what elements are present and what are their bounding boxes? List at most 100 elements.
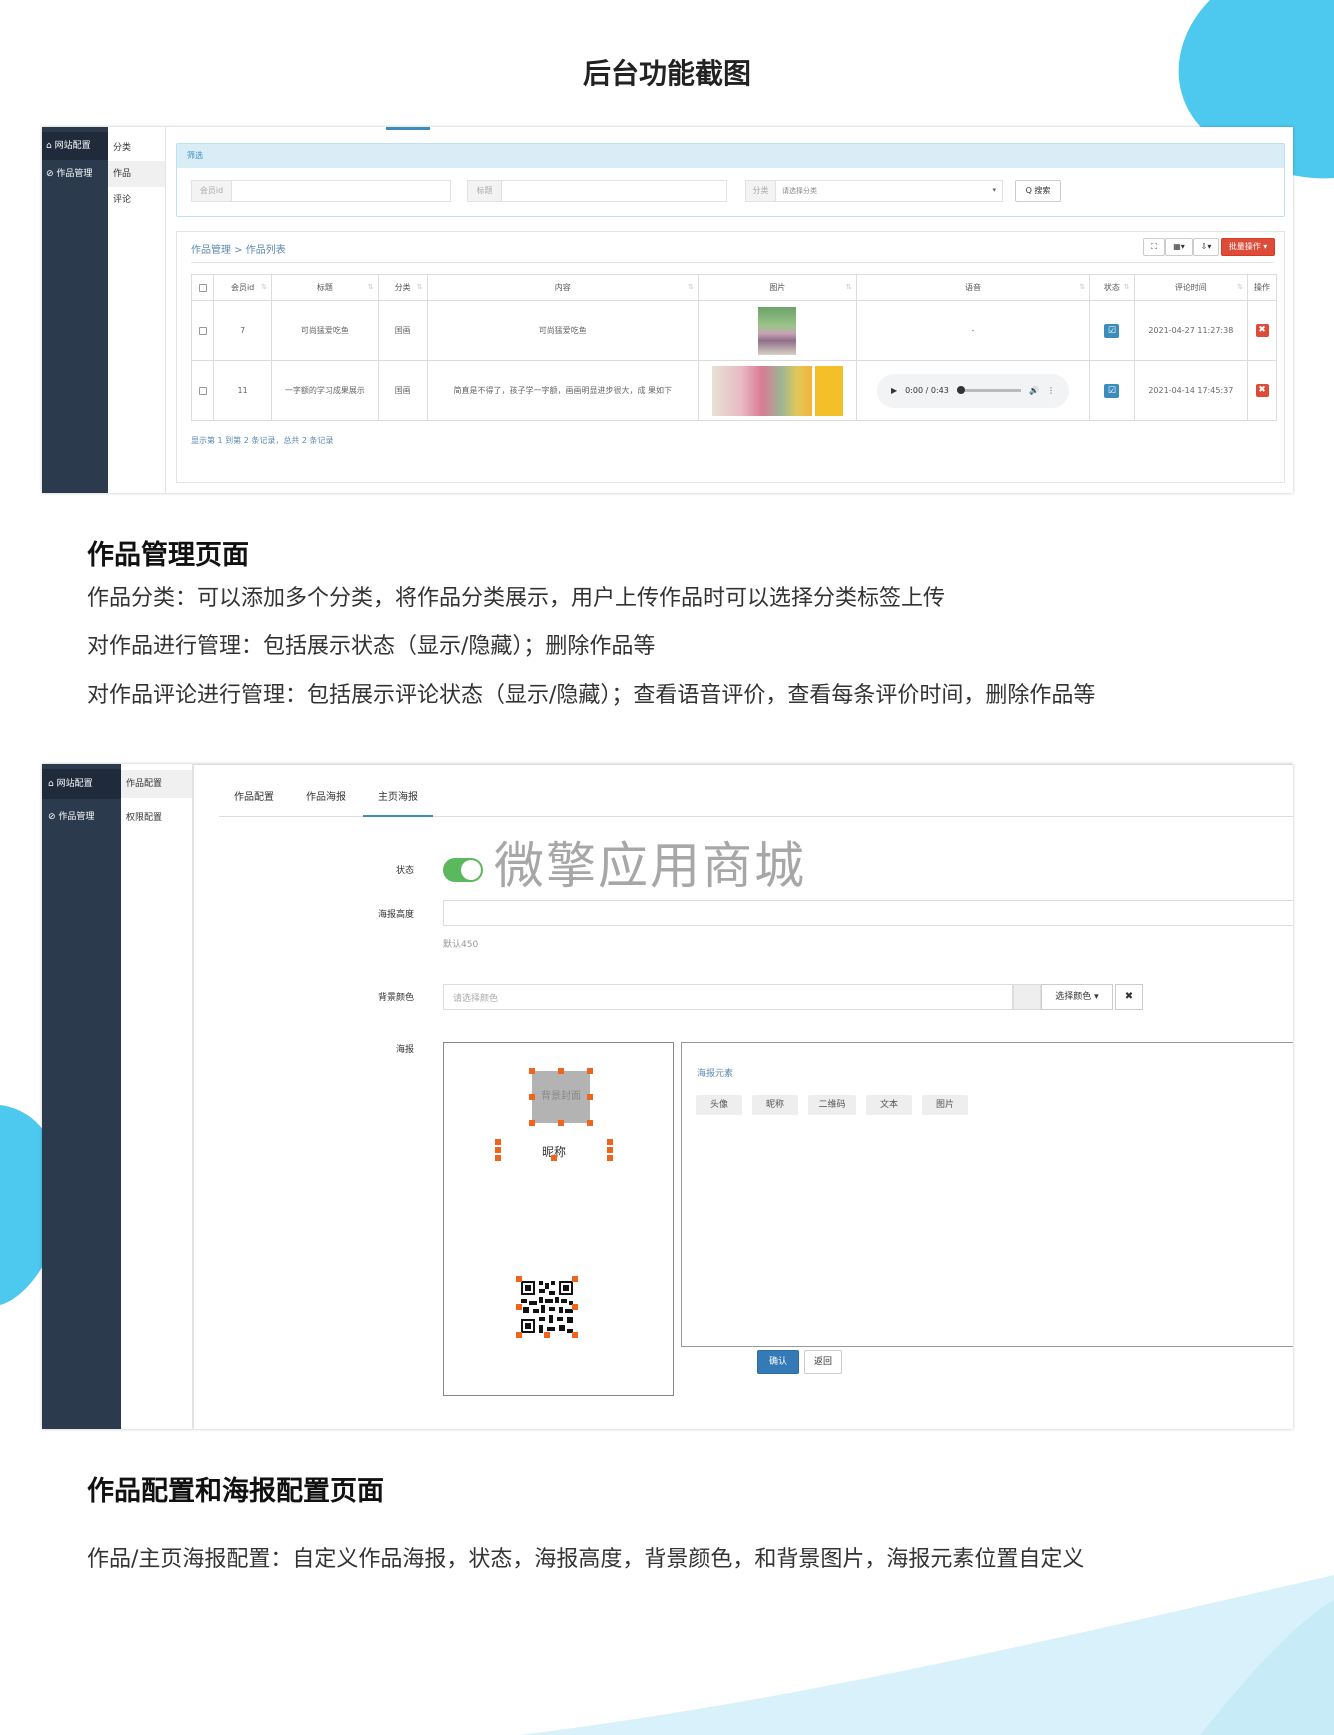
chevron-down-icon: ▾: [992, 186, 996, 194]
subnav-works[interactable]: 作品: [108, 161, 165, 187]
poster-cover[interactable]: 背景封面: [532, 1071, 590, 1123]
qrcode-icon[interactable]: [519, 1279, 575, 1335]
cell-content: 可尚猛爱吃鱼: [426, 300, 699, 361]
col-image[interactable]: 图片 ⇅: [697, 274, 857, 301]
cell-action: ✖: [1247, 300, 1277, 361]
cell-time: 2021-04-27 11:27:38: [1133, 300, 1249, 361]
grid-icon[interactable]: ▦▾: [1165, 238, 1193, 256]
subnav-works-config[interactable]: 作品配置: [121, 770, 192, 798]
section-heading-works: 作品管理页面: [87, 540, 249, 571]
back-button[interactable]: 返回: [804, 1350, 842, 1374]
cell-member-id: 11: [213, 360, 273, 421]
cell-status: ☑: [1089, 360, 1135, 421]
select-all-checkbox[interactable]: [190, 274, 215, 301]
element-nickname-button[interactable]: 昵称: [752, 1095, 798, 1115]
top-indicator: [386, 127, 430, 130]
poster-elements-panel: 海报元素: [681, 1042, 1293, 1347]
artwork-thumbnail[interactable]: [758, 306, 797, 355]
export-icon[interactable]: ⇩▾: [1193, 238, 1219, 256]
volume-icon[interactable]: 🔊: [1029, 386, 1039, 395]
breadcrumb: 作品管理 > 作品列表: [191, 245, 286, 256]
status-toggle[interactable]: [443, 858, 483, 882]
poster-canvas[interactable]: 背景封面 昵称: [443, 1042, 674, 1396]
category-select[interactable]: 分类 请选择分类 ▾: [745, 180, 1003, 202]
main-panel: 作品配置 作品海报 主页海报 微擎应用商城 状态 海报高度 默认450 背景颜色…: [193, 764, 1293, 1429]
sidebar-item-site-config[interactable]: ⌂ 网站配置: [42, 769, 121, 799]
search-button[interactable]: Q 搜索: [1015, 180, 1061, 202]
slash-icon: ⊘: [46, 169, 57, 179]
bg-color-label: 背景颜色: [377, 993, 414, 1003]
filter-title: 筛选: [177, 144, 1284, 168]
category-placeholder: 请选择分类: [782, 187, 817, 195]
cell-title: 可尚猛爱吃鱼: [271, 300, 379, 361]
batch-action-button[interactable]: 批量操作 ▾: [1221, 238, 1275, 256]
sub-nav: 分类 作品 评论: [108, 127, 166, 493]
expand-icon[interactable]: ⛶: [1143, 238, 1165, 256]
pagination-summary: 显示第 1 到第 2 条记录，总共 2 条记录: [191, 436, 334, 445]
subnav-comments[interactable]: 评论: [108, 187, 165, 213]
element-image-button[interactable]: 图片: [922, 1095, 968, 1115]
element-text-button[interactable]: 文本: [866, 1095, 912, 1115]
confirm-button[interactable]: 确认: [757, 1350, 799, 1374]
section-heading-poster: 作品配置和海报配置页面: [87, 1476, 384, 1507]
height-label: 海报高度: [377, 910, 414, 920]
col-title[interactable]: 标题 ⇅: [271, 274, 379, 301]
cell-content: 简直是不得了，孩子学一字额，画画明显进步很大，成 果如下: [426, 360, 699, 421]
row-checkbox[interactable]: [190, 360, 215, 421]
col-content[interactable]: 内容 ⇅: [426, 274, 699, 301]
col-status[interactable]: 状态 ⇅: [1089, 274, 1135, 301]
description-line-3: 对作品评论进行管理：包括展示评论状态（显示/隐藏）；查看语音评价，查看每条评价时…: [87, 683, 1096, 708]
slash-icon: ⊘: [48, 812, 59, 822]
audio-progress[interactable]: [956, 386, 1021, 394]
col-member-id[interactable]: 会员id ⇅: [213, 274, 273, 301]
col-voice[interactable]: 语音 ⇅: [855, 274, 1091, 301]
top-border: [194, 764, 1293, 768]
cell-image: [697, 300, 857, 361]
status-toggle-icon[interactable]: ☑: [1104, 383, 1120, 398]
tab-works-poster[interactable]: 作品海报: [291, 787, 361, 817]
row-checkbox[interactable]: [190, 300, 215, 361]
home-icon: ⌂: [46, 141, 55, 151]
sidebar-item-works[interactable]: ⊘ 作品管理: [42, 160, 108, 188]
sub-nav: 作品配置 权限配置: [121, 764, 193, 1429]
close-icon[interactable]: ✖: [1115, 984, 1143, 1010]
screenshot-poster-config: ⌂ 网站配置 ⊘ 作品管理 作品配置 权限配置 作品配置 作品海报 主页海报 微…: [42, 764, 1293, 1429]
audio-time: 0:00 / 0:43: [905, 386, 949, 395]
bg-color-input[interactable]: 请选择颜色: [443, 984, 1013, 1010]
play-icon[interactable]: ▶: [891, 386, 897, 395]
cell-title: 一字额的学习成果展示: [271, 360, 379, 421]
table-row: 11 一字额的学习成果展示 国画 简直是不得了，孩子学一字额，画画明显进步很大，…: [190, 360, 1277, 421]
delete-icon[interactable]: ✖: [1255, 324, 1269, 337]
tab-works-config[interactable]: 作品配置: [219, 787, 289, 817]
artwork-thumbnail-2[interactable]: [814, 365, 843, 416]
table-row: 7 可尚猛爱吃鱼 国画 可尚猛爱吃鱼 - ☑ 2021-04-27 11:27:…: [190, 300, 1277, 361]
cell-status: ☑: [1089, 300, 1135, 361]
pick-color-button[interactable]: 选择颜色 ▾: [1041, 984, 1113, 1010]
more-icon[interactable]: ⋮: [1047, 386, 1055, 395]
cell-image: [697, 360, 857, 421]
color-swatch[interactable]: [1013, 984, 1041, 1010]
status-toggle-icon[interactable]: ☑: [1104, 323, 1120, 338]
cell-voice: -: [855, 300, 1091, 361]
category-label: 分类: [746, 181, 776, 201]
cell-category: 国画: [377, 360, 428, 421]
audio-player[interactable]: ▶ 0:00 / 0:43 🔊 ⋮: [876, 373, 1069, 408]
member-id-input[interactable]: 会员id: [191, 180, 451, 202]
bg-color-placeholder: 请选择颜色: [453, 994, 499, 1004]
tab-home-poster[interactable]: 主页海报: [363, 787, 433, 817]
title-input[interactable]: 标题: [467, 180, 727, 202]
element-qrcode-button[interactable]: 二维码: [808, 1095, 856, 1115]
cell-time: 2021-04-14 17:45:37: [1133, 360, 1249, 421]
subnav-category[interactable]: 分类: [108, 135, 165, 161]
col-time[interactable]: 评论时间 ⇅: [1133, 274, 1249, 301]
poster-height-input[interactable]: [443, 900, 1293, 926]
col-category[interactable]: 分类 ⇅: [377, 274, 428, 301]
sidebar-item-site-config[interactable]: ⌂ 网站配置: [42, 132, 108, 160]
element-avatar-button[interactable]: 头像: [696, 1095, 742, 1115]
delete-icon[interactable]: ✖: [1255, 384, 1269, 397]
subnav-permission-config[interactable]: 权限配置: [121, 804, 192, 832]
description-poster: 作品/主页海报配置：自定义作品海报，状态，海报高度，背景颜色，和背景图片，海报元…: [87, 1547, 1085, 1572]
cell-action: ✖: [1247, 360, 1277, 421]
artwork-thumbnail[interactable]: [712, 365, 813, 416]
sidebar-item-works[interactable]: ⊘ 作品管理: [42, 802, 121, 832]
